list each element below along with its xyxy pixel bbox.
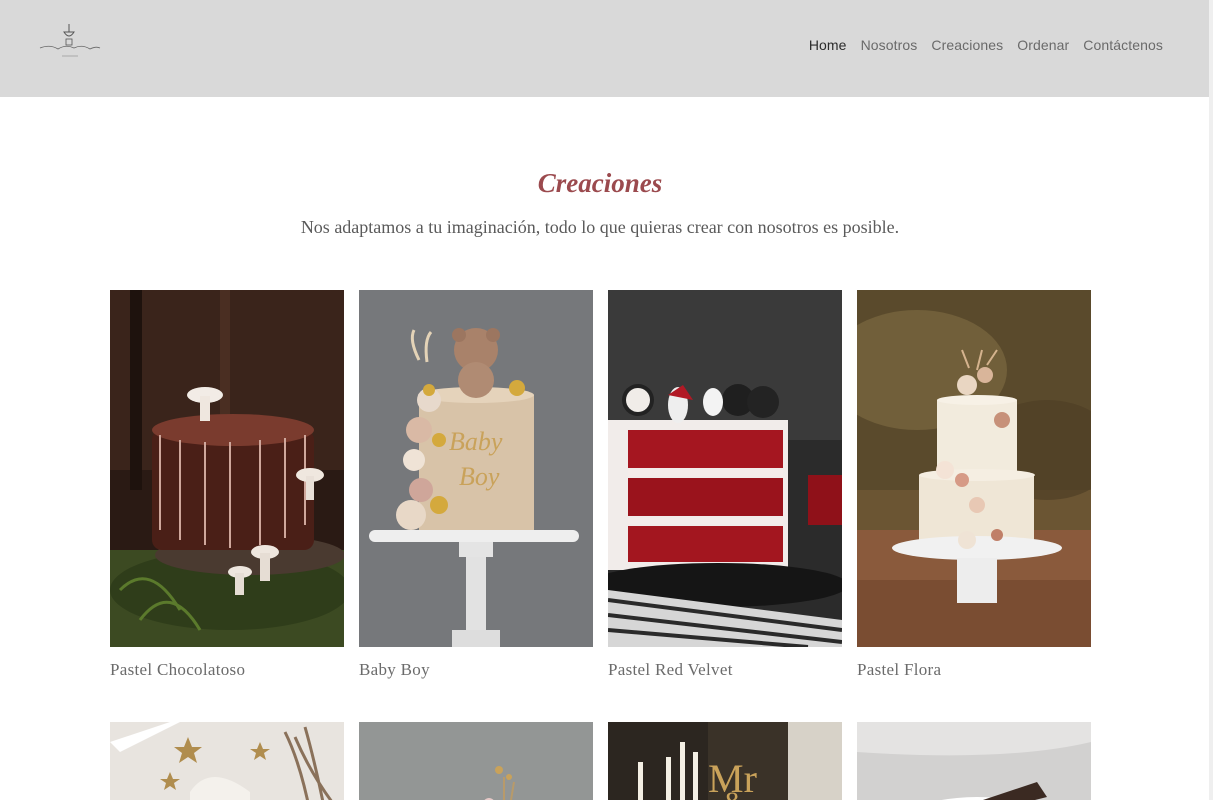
svg-text:&: & bbox=[723, 786, 746, 800]
cake-photo-flora[interactable] bbox=[857, 290, 1091, 647]
cake-photo-chocolate[interactable] bbox=[110, 290, 344, 647]
page-scrollbar[interactable] bbox=[1209, 0, 1213, 800]
logo-icon[interactable] bbox=[36, 20, 104, 62]
cake-photo-baby-boy[interactable]: Baby Boy bbox=[359, 290, 593, 647]
nav-contactenos[interactable]: Contáctenos bbox=[1083, 37, 1163, 53]
cake-photo[interactable]: Mr & bbox=[608, 722, 842, 800]
gallery-item[interactable]: Pastel Red Velvet bbox=[608, 290, 842, 680]
nav-creaciones[interactable]: Creaciones bbox=[931, 37, 1003, 53]
gallery-item[interactable]: Pastel Chocolatoso bbox=[110, 290, 344, 680]
nav-ordenar[interactable]: Ordenar bbox=[1017, 37, 1069, 53]
nav-home[interactable]: Home bbox=[809, 37, 847, 53]
gallery-item[interactable]: Pastel Flora bbox=[857, 290, 1091, 680]
cake-photo[interactable] bbox=[110, 722, 344, 800]
cake-photo[interactable] bbox=[857, 722, 1091, 800]
section-title: Creaciones bbox=[537, 168, 663, 198]
cake-caption: Baby Boy bbox=[359, 660, 430, 679]
main-nav: Home Nosotros Creaciones Ordenar Contáct… bbox=[809, 37, 1163, 53]
site-header: Home Nosotros Creaciones Ordenar Contáct… bbox=[0, 0, 1209, 97]
cake-photo[interactable] bbox=[359, 722, 593, 800]
gallery-item[interactable] bbox=[857, 722, 1091, 800]
cake-caption: Pastel Flora bbox=[857, 660, 942, 679]
gallery-item[interactable]: Mr & bbox=[608, 722, 842, 800]
gallery-item[interactable] bbox=[110, 722, 344, 800]
svg-text:Boy: Boy bbox=[459, 462, 500, 491]
cake-caption: Pastel Red Velvet bbox=[608, 660, 733, 679]
cake-caption: Pastel Chocolatoso bbox=[110, 660, 246, 679]
section-subtitle: Nos adaptamos a tu imaginación, todo lo … bbox=[300, 217, 900, 237]
gallery-item[interactable] bbox=[359, 722, 593, 800]
nav-nosotros[interactable]: Nosotros bbox=[861, 37, 918, 53]
cake-photo-red-velvet[interactable] bbox=[608, 290, 842, 647]
svg-text:Baby: Baby bbox=[449, 427, 503, 456]
gallery-item[interactable]: Baby Boy Baby Boy bbox=[359, 290, 593, 680]
